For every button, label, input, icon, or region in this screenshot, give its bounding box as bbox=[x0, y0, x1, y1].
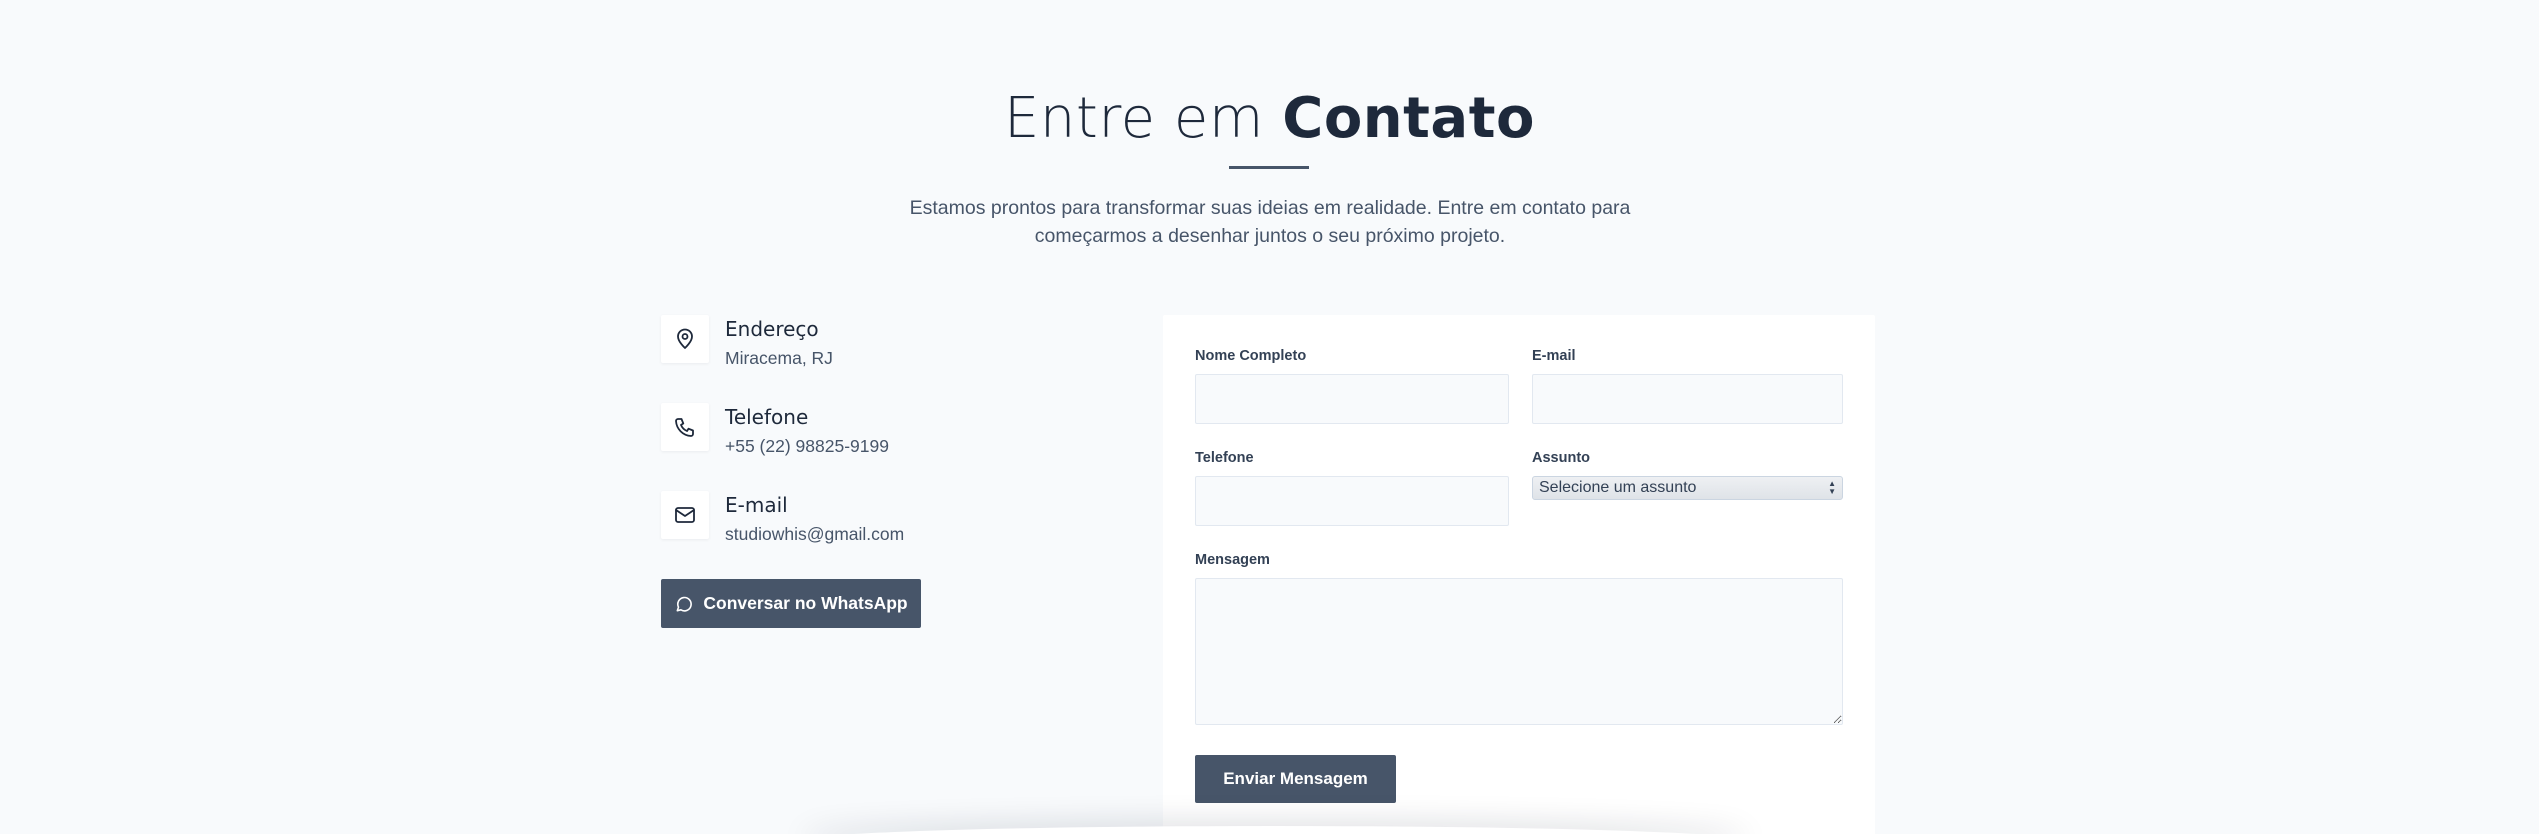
select-arrows-icon: ▲ ▼ bbox=[1828, 479, 1836, 496]
contact-page: Entre em Contato Estamos prontos para tr… bbox=[0, 0, 2539, 834]
send-message-button[interactable]: Enviar Mensagem bbox=[1195, 755, 1396, 803]
mail-icon bbox=[661, 491, 709, 539]
subject-label: Assunto bbox=[1532, 450, 1590, 466]
contact-item-title: E-mail bbox=[725, 493, 788, 517]
section-title-light: Entre em bbox=[1004, 86, 1283, 151]
contact-item-value: studiowhis@gmail.com bbox=[725, 524, 905, 544]
subject-select[interactable]: Selecione um assunto ▲ ▼ bbox=[1532, 476, 1843, 500]
title-divider bbox=[1229, 166, 1309, 169]
message-field[interactable] bbox=[1195, 578, 1843, 725]
message-label: Mensagem bbox=[1195, 552, 1270, 568]
whatsapp-button-label: Conversar no WhatsApp bbox=[703, 593, 908, 613]
contact-item-value: Miracema, RJ bbox=[725, 348, 833, 368]
subject-selected-value: Selecione um assunto bbox=[1539, 479, 1697, 496]
phone-field[interactable] bbox=[1195, 476, 1509, 526]
name-field[interactable] bbox=[1195, 374, 1509, 424]
email-field[interactable] bbox=[1532, 374, 1843, 424]
section-lead: Estamos prontos para transformar suas id… bbox=[909, 197, 1631, 247]
map-pin-icon bbox=[661, 315, 709, 363]
chat-bubble-icon bbox=[676, 596, 693, 612]
contact-item-title: Endereço bbox=[725, 317, 819, 341]
email-label: E-mail bbox=[1532, 348, 1576, 364]
section-title-bold: Contato bbox=[1282, 86, 1535, 151]
contact-item-value: +55 (22) 98825-9199 bbox=[725, 436, 889, 456]
contact-item-title: Telefone bbox=[725, 405, 809, 429]
contact-form: Nome Completo E-mail Telefone Assunto Se… bbox=[1163, 315, 1875, 834]
whatsapp-button[interactable]: Conversar no WhatsApp bbox=[661, 579, 921, 628]
phone-icon bbox=[661, 403, 709, 451]
name-label: Nome Completo bbox=[1195, 348, 1307, 364]
section-title: Entre em Contato bbox=[0, 84, 2539, 154]
phone-label: Telefone bbox=[1195, 450, 1254, 466]
